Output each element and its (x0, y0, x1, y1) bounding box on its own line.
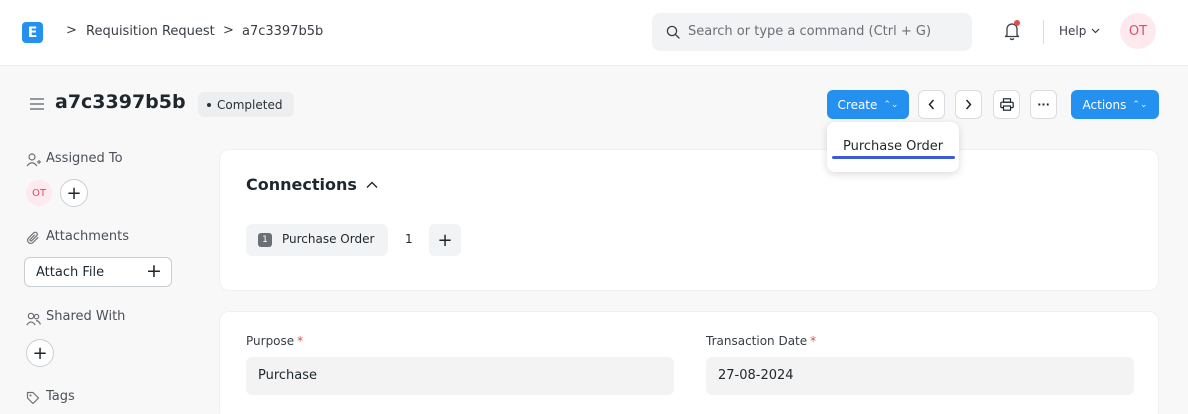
search-bar[interactable]: Search or type a command (Ctrl + G) (652, 13, 972, 51)
purpose-value: Purchase (258, 368, 318, 383)
breadcrumb-current-doc[interactable]: a7c3397b5b (242, 24, 323, 39)
transaction-date-value: 27-08-2024 (718, 368, 794, 383)
help-menu[interactable]: Help (1059, 24, 1086, 38)
search-placeholder: Search or type a command (Ctrl + G) (688, 24, 932, 39)
attach-file-label: Attach File (36, 265, 105, 280)
sort-icon: ⌃⌄ (883, 99, 899, 110)
create-label: Create (837, 97, 878, 112)
chevron-down-icon (1091, 28, 1100, 34)
connection-label: Purchase Order (282, 232, 375, 246)
transaction-date-field[interactable]: 27-08-2024 (706, 357, 1134, 395)
top-navbar: E > Requisition Request > a7c3397b5b Sea… (0, 0, 1188, 66)
assignee-avatar[interactable]: OT (26, 180, 52, 206)
app-logo[interactable]: E (22, 22, 43, 43)
paperclip-icon (26, 231, 39, 245)
purpose-label: Purpose * (246, 334, 303, 348)
shared-with-label: Shared With (46, 309, 126, 324)
purpose-label-text: Purpose (246, 334, 295, 348)
create-button[interactable]: Create ⌃⌄ (827, 90, 909, 119)
status-badge: Completed (198, 92, 295, 117)
assigned-to-label: Assigned To (46, 151, 123, 166)
actions-button[interactable]: Actions ⌃⌄ (1071, 90, 1159, 119)
create-dropdown-menu: Purchase Order (827, 122, 959, 172)
sort-icon: ⌃⌄ (1132, 99, 1148, 110)
breadcrumb-separator: > (66, 23, 77, 38)
transaction-date-label: Transaction Date * (706, 334, 816, 348)
connections-card (219, 149, 1159, 291)
attachments-label: Attachments (46, 229, 129, 244)
previous-doc-button[interactable] (918, 90, 945, 119)
menu-item-highlight (832, 156, 955, 159)
required-mark: * (297, 334, 304, 348)
page-title: a7c3397b5b (55, 91, 186, 113)
actions-label: Actions (1082, 97, 1127, 112)
attach-file-button[interactable]: Attach File + (24, 257, 172, 287)
navbar-divider (1043, 20, 1044, 44)
user-avatar[interactable]: OT (1120, 13, 1156, 49)
search-icon (666, 25, 680, 39)
transaction-date-label-text: Transaction Date (706, 334, 808, 348)
status-dot (207, 102, 211, 107)
printer-icon (999, 98, 1014, 111)
menu-item-purchase-order[interactable]: Purchase Order (843, 139, 943, 154)
hamburger-menu-icon[interactable] (29, 97, 45, 111)
connection-count: 1 (405, 232, 413, 246)
plus-icon: + (146, 260, 162, 282)
breadcrumb-requisition-request[interactable]: Requisition Request (86, 24, 215, 39)
connection-badge: 1 (258, 233, 272, 247)
connections-title: Connections (246, 175, 357, 194)
connection-purchase-order[interactable]: 1 Purchase Order (246, 224, 388, 256)
tags-label: Tags (46, 389, 75, 404)
notification-dot (1014, 20, 1020, 26)
chevron-up-icon[interactable] (366, 181, 378, 189)
status-label: Completed (217, 97, 283, 112)
chevron-right-icon (965, 99, 972, 110)
breadcrumb-separator: > (223, 23, 234, 38)
add-connection-button[interactable]: + (429, 224, 461, 256)
purpose-field[interactable]: Purchase (246, 357, 674, 395)
tag-icon (26, 391, 40, 405)
chevron-left-icon (928, 99, 935, 110)
required-mark: * (810, 334, 817, 348)
add-assignee-button[interactable]: + (60, 179, 88, 207)
print-button[interactable] (993, 90, 1020, 119)
next-doc-button[interactable] (955, 90, 982, 119)
users-icon (26, 312, 41, 326)
more-options-button[interactable]: ··· (1030, 90, 1057, 119)
user-plus-icon (26, 153, 41, 167)
add-share-button[interactable]: + (26, 339, 54, 367)
